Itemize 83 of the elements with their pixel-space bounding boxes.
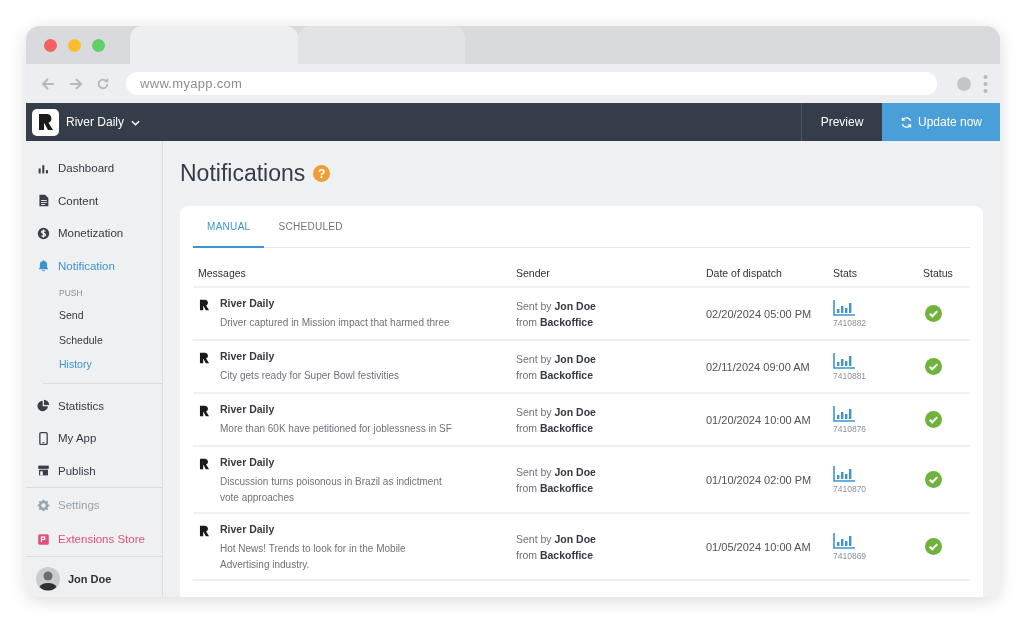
origin-text: from Backoffice (516, 367, 594, 383)
browser-tab[interactable] (130, 26, 298, 64)
pie-chart-icon (37, 399, 50, 413)
logo-icon (32, 108, 59, 136)
column-header: Date of dispatch (705, 266, 783, 279)
stats-chart-icon[interactable] (833, 532, 855, 549)
sidebar-item[interactable]: Content (26, 184, 162, 217)
stats-count: 7410869 (833, 550, 867, 561)
sender-text: Sent by Jon Doe (516, 464, 596, 480)
date-text: 02/11/2024 09:00 AM (706, 360, 810, 373)
message-text: More than 60K have petitioned for joblessness in SF (220, 422, 452, 436)
sync-icon (899, 115, 913, 129)
stats-count: 7410881 (833, 370, 867, 381)
app-switcher[interactable]: River Daily (26, 103, 140, 141)
source-name: River Daily (220, 350, 276, 362)
stats-chart-icon[interactable] (833, 405, 855, 422)
date-text: 01/20/2024 10:00 AM (706, 413, 811, 426)
back-arrow-icon[interactable] (40, 75, 56, 92)
date-text: 01/05/2024 10:00 AM (706, 540, 811, 553)
source-name: River Daily (220, 523, 276, 535)
column-header: Messages (197, 266, 247, 279)
sidebar-item[interactable]: My App (26, 422, 162, 455)
date-text: 01/10/2024 02:00 PM (706, 473, 812, 486)
sidebar-subitem[interactable]: Send (26, 303, 162, 328)
sidebar-item[interactable]: Dashboard (26, 152, 162, 185)
message-text: Driver captured in Mission impact that harmed three (220, 316, 450, 330)
logo-icon (198, 404, 211, 418)
sender-text: Sent by Jon Doe (516, 298, 596, 314)
stats-count: 7410876 (833, 423, 867, 434)
bell-icon (37, 259, 50, 273)
stats-chart-icon[interactable] (833, 352, 855, 369)
sender-text: Sent by Jon Doe (516, 531, 596, 547)
stats-count: 7410882 (833, 317, 867, 328)
logo-icon (198, 524, 211, 538)
message-text: Discussion turns poisonous in Brazil as indictment vote approaches (220, 475, 443, 505)
section-label: PUSH (58, 286, 84, 300)
caret-icon (131, 120, 140, 126)
stats-count: 7410870 (833, 483, 867, 494)
sender-text: Sent by Jon Doe (516, 404, 596, 420)
profile-icon[interactable] (957, 76, 971, 91)
source-name: River Daily (220, 456, 276, 468)
stats-chart-icon[interactable] (833, 465, 855, 482)
column-header: Status (923, 266, 954, 279)
sidebar-subitem[interactable]: Schedule (26, 327, 162, 352)
phone-icon (37, 431, 50, 445)
message-text: Hot News! Trends to look for in the Mobile Advertising industry. (220, 542, 407, 572)
source-name: River Daily (220, 403, 276, 415)
dollar-icon (37, 226, 50, 240)
column-header: Stats (832, 266, 858, 279)
extension-icon (37, 532, 50, 546)
source-name: River Daily (220, 297, 276, 309)
more-options-icon[interactable] (983, 73, 988, 94)
user-profile[interactable]: Jon Doe (26, 556, 162, 597)
tab[interactable]: SCHEDULED (264, 206, 357, 248)
sidebar-item[interactable]: Publish (26, 454, 162, 487)
sender-text: Sent by Jon Doe (516, 351, 596, 367)
close-window-icon[interactable] (44, 38, 57, 52)
logo-icon (198, 351, 211, 365)
avatar-icon (36, 567, 60, 591)
reload-icon[interactable] (96, 76, 110, 91)
column-header: Sender (515, 266, 551, 279)
sidebar-item[interactable]: Monetization (26, 217, 162, 250)
page-title: Notifications (180, 160, 306, 187)
url-text: www.myapp.com (140, 76, 243, 91)
sidebar-item[interactable]: Statistics (26, 389, 162, 422)
origin-text: from Backoffice (516, 547, 594, 563)
tab[interactable]: MANUAL (193, 206, 265, 248)
logo-icon (198, 457, 211, 471)
origin-text: from Backoffice (516, 314, 594, 330)
maximize-window-icon[interactable] (92, 38, 105, 52)
stats-chart-icon[interactable] (833, 299, 855, 316)
user-name: Jon Doe (68, 573, 112, 585)
storefront-icon (37, 464, 50, 478)
date-text: 02/20/2024 05:00 PM (706, 307, 812, 320)
message-text: City gets ready for Super Bowl festivities (220, 369, 399, 383)
minimize-window-icon[interactable] (68, 38, 81, 52)
logo-icon (198, 298, 211, 312)
origin-text: from Backoffice (516, 420, 594, 436)
document-icon (37, 194, 50, 208)
origin-text: from Backoffice (516, 480, 594, 496)
forward-arrow-icon[interactable] (68, 75, 84, 92)
gear-icon (37, 498, 50, 512)
browser-tab[interactable] (298, 26, 465, 64)
